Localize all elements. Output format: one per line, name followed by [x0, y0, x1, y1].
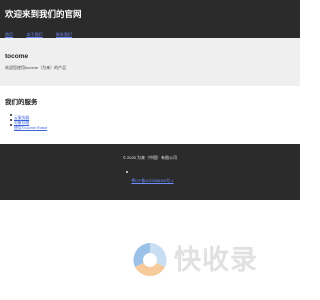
services-list: 云服务器 对象存储 使用To.come Robot	[5, 112, 295, 130]
services-title: 我们的服务	[5, 99, 38, 106]
intro-description: 欢迎您使用tocome（为来）的产品	[5, 65, 67, 70]
service-link-robot[interactable]: 使用To.come Robot	[14, 126, 47, 130]
watermark: 快收录	[130, 240, 290, 284]
list-item: 使用To.come Robot	[10, 122, 295, 130]
site-header: 欢迎来到我们的官网 首页 关于我们 联系我们	[0, 0, 300, 38]
nav-link-contact[interactable]: 联系我们	[56, 32, 72, 37]
watermark-text: 快收录	[174, 245, 258, 275]
icp-record: 粤ICP备2025388396号-1	[126, 169, 174, 187]
site-footer: © 2025 为来（中国）有限公司 粤ICP备2025388396号-1	[0, 144, 300, 200]
company-name: tocome	[5, 53, 29, 60]
main-nav: 首页 关于我们 联系我们	[5, 23, 295, 37]
intro-section: tocome 欢迎您使用tocome（为来）的产品	[0, 38, 300, 86]
nav-link-about[interactable]: 关于我们	[26, 32, 42, 37]
services-section: 我们的服务 云服务器 对象存储 使用To.come Robot	[0, 86, 300, 144]
copyright-text: © 2025 为来（中国）有限公司	[122, 155, 178, 160]
nav-link-home[interactable]: 首页	[5, 32, 13, 37]
watermark-logo-icon	[133, 243, 167, 276]
site-title: 欢迎来到我们的官网	[5, 9, 82, 19]
icp-link[interactable]: 粤ICP备2025388396号-1	[131, 179, 173, 183]
